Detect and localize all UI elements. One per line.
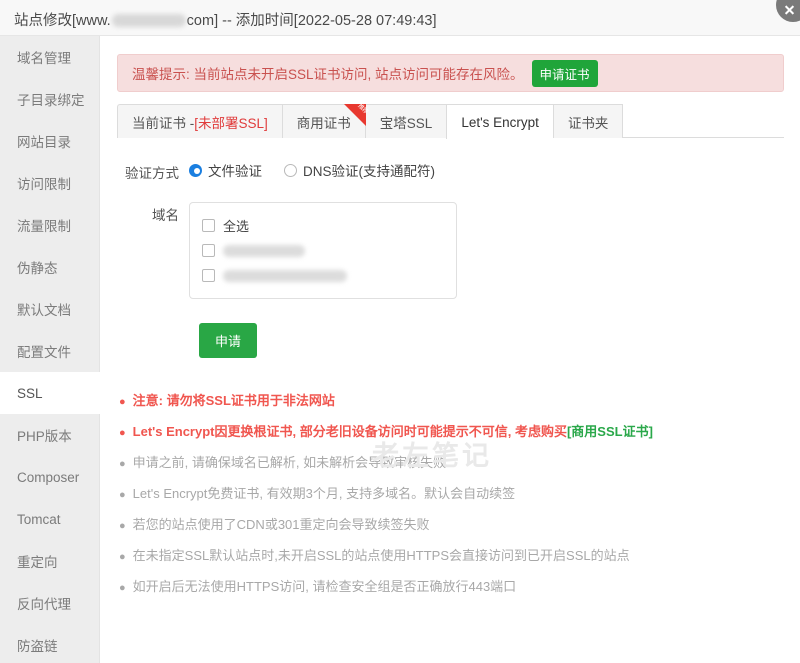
bullet-icon: ● [119, 551, 126, 563]
domain-row: 域名 全选 [117, 202, 784, 299]
dialog-title-prefix: 站点修改[www. [14, 13, 111, 29]
checkbox-domain-2[interactable] [202, 269, 215, 282]
recommended-ribbon-icon: 推荐 [343, 103, 368, 126]
note-item: ● 若您的站点使用了CDN或301重定向会导致续签失败 [119, 510, 784, 541]
sidebar-item-redirect[interactable]: 重定向 [0, 540, 99, 582]
sidebar-item-php-version[interactable]: PHP版本 [0, 414, 99, 456]
sidebar-item-traffic-limit[interactable]: 流量限制 [0, 204, 99, 246]
sidebar-item-composer[interactable]: Composer [0, 456, 99, 498]
note-text-main: Let's Encrypt因更换根证书, 部分老旧设备访问时可能提示不可信, 考… [132, 424, 567, 439]
note-item: ● Let's Encrypt因更换根证书, 部分老旧设备访问时可能提示不可信,… [119, 417, 784, 448]
sidebar-item-anti-leech[interactable]: 防盗链 [0, 624, 99, 663]
sidebar-item-access-limit[interactable]: 访问限制 [0, 162, 99, 204]
tab-current-certificate-status: [未部署SSL] [194, 115, 268, 131]
ssl-warning-text: 温馨提示: 当前站点未开启SSL证书访问, 站点访问可能存在风险。 [132, 67, 524, 82]
sidebar-item-config-file[interactable]: 配置文件 [0, 330, 99, 372]
domain-list: 全选 [189, 202, 457, 299]
bullet-icon: ● [119, 458, 126, 470]
sidebar-item-default-doc[interactable]: 默认文档 [0, 288, 99, 330]
radio-dns-verify[interactable]: DNS验证(支持通配符) [284, 160, 435, 180]
radio-file-verify-label: 文件验证 [208, 164, 262, 179]
tab-current-certificate-label: 当前证书 - [132, 115, 195, 131]
domain-row-select-all[interactable]: 全选 [202, 213, 444, 238]
checkbox-domain-1[interactable] [202, 244, 215, 257]
domain-label-select-all: 全选 [223, 219, 250, 234]
bullet-icon: ● [119, 489, 126, 501]
lets-encrypt-form: 验证方式 文件验证 DNS验证(支持通配符) 域名 全选 申请 老左笔记 ● 注… [117, 138, 784, 603]
apply-certificate-button[interactable]: 申请证书 [531, 59, 598, 87]
dialog-titlebar: 站点修改[www. com] -- 添加时间[2022-05-28 07:49:4… [0, 0, 800, 36]
note-text: Let's Encrypt免费证书, 有效期3个月, 支持多域名。默认会自动续签 [132, 486, 516, 501]
tab-lets-encrypt[interactable]: Let's Encrypt [446, 104, 553, 139]
ssl-warning-banner: 温馨提示: 当前站点未开启SSL证书访问, 站点访问可能存在风险。 申请证书 [117, 54, 784, 92]
ssl-tabs: 当前证书 - [未部署SSL] 商用证书 推荐 宝塔SSL Let's Encr… [117, 103, 784, 139]
sidebar-item-rewrite[interactable]: 伪静态 [0, 246, 99, 288]
site-edit-dialog: 站点修改[www. com] -- 添加时间[2022-05-28 07:49:4… [0, 0, 800, 663]
dialog-sidebar: 域名管理 子目录绑定 网站目录 访问限制 流量限制 伪静态 默认文档 配置文件 … [0, 36, 101, 663]
sidebar-item-tomcat[interactable]: Tomcat [0, 498, 99, 540]
tab-commercial-certificate[interactable]: 商用证书 推荐 [281, 103, 368, 138]
ssl-panel: 温馨提示: 当前站点未开启SSL证书访问, 站点访问可能存在风险。 申请证书 当… [101, 36, 800, 663]
sidebar-item-reverse-proxy[interactable]: 反向代理 [0, 582, 99, 624]
radio-dns-verify-dot[interactable] [284, 163, 297, 177]
note-item: ● 申请之前, 请确保域名已解析, 如未解析会导致审核失败 [119, 448, 784, 479]
domain-label: 域名 [152, 208, 179, 223]
dialog-title: 站点修改[www. com] -- 添加时间[2022-05-28 07:49:4… [14, 9, 437, 30]
redacted-domain-1 [223, 244, 305, 257]
verify-method-row: 验证方式 文件验证 DNS验证(支持通配符) [117, 160, 784, 182]
domain-row-1[interactable] [202, 238, 444, 263]
tab-current-certificate[interactable]: 当前证书 - [未部署SSL] [117, 104, 282, 138]
sidebar-item-ssl[interactable]: SSL [0, 372, 101, 414]
bullet-icon: ● [119, 396, 126, 408]
close-icon[interactable] [776, 0, 800, 22]
dialog-title-suffix: com] -- 添加时间[2022-05-28 07:49:43] [186, 13, 437, 29]
sidebar-item-site-dir[interactable]: 网站目录 [0, 120, 99, 162]
notes-list: ● 注意: 请勿将SSL证书用于非法网站 ● Let's Encrypt因更换根… [117, 386, 784, 603]
note-text: 申请之前, 请确保域名已解析, 如未解析会导致审核失败 [132, 455, 447, 470]
domain-row-2[interactable] [202, 263, 444, 288]
tab-certificate-folder[interactable]: 证书夹 [552, 104, 624, 138]
note-item: ● 注意: 请勿将SSL证书用于非法网站 [119, 386, 784, 417]
submit-apply-button[interactable]: 申请 [199, 323, 258, 358]
tab-commercial-certificate-label: 商用证书 [296, 115, 351, 131]
note-item: ● 如开启后无法使用HTTPS访问, 请检查安全组是否正确放行443端口 [119, 572, 784, 603]
radio-file-verify-dot[interactable] [189, 163, 202, 177]
tab-bt-ssl[interactable]: 宝塔SSL [364, 104, 447, 138]
redacted-domain-2 [223, 269, 347, 282]
bullet-icon: ● [119, 582, 126, 594]
sidebar-item-domain-manage[interactable]: 域名管理 [0, 36, 99, 78]
note-item: ● 在未指定SSL默认站点时,未开启SSL的站点使用HTTPS会直接访问到已开启… [119, 541, 784, 572]
redacted-domain [111, 14, 186, 27]
verify-method-options: 文件验证 DNS验证(支持通配符) [189, 160, 435, 180]
verify-method-label: 验证方式 [125, 166, 179, 181]
note-text: Let's Encrypt因更换根证书, 部分老旧设备访问时可能提示不可信, 考… [133, 417, 653, 446]
radio-file-verify[interactable]: 文件验证 [189, 160, 262, 180]
sidebar-item-subdir-bind[interactable]: 子目录绑定 [0, 78, 99, 120]
note-text: 注意: 请勿将SSL证书用于非法网站 [132, 393, 335, 408]
note-text: 在未指定SSL默认站点时,未开启SSL的站点使用HTTPS会直接访问到已开启SS… [132, 548, 630, 563]
note-text: 若您的站点使用了CDN或301重定向会导致续签失败 [132, 517, 430, 532]
radio-dns-verify-label: DNS验证(支持通配符) [303, 164, 435, 179]
bullet-icon: ● [119, 520, 126, 532]
note-link-commercial-ssl[interactable]: [商用SSL证书] [567, 424, 653, 439]
bullet-icon: ● [119, 427, 126, 439]
note-item: ● Let's Encrypt免费证书, 有效期3个月, 支持多域名。默认会自动… [119, 479, 784, 510]
note-text: 如开启后无法使用HTTPS访问, 请检查安全组是否正确放行443端口 [132, 579, 517, 594]
checkbox-select-all[interactable] [202, 219, 215, 232]
